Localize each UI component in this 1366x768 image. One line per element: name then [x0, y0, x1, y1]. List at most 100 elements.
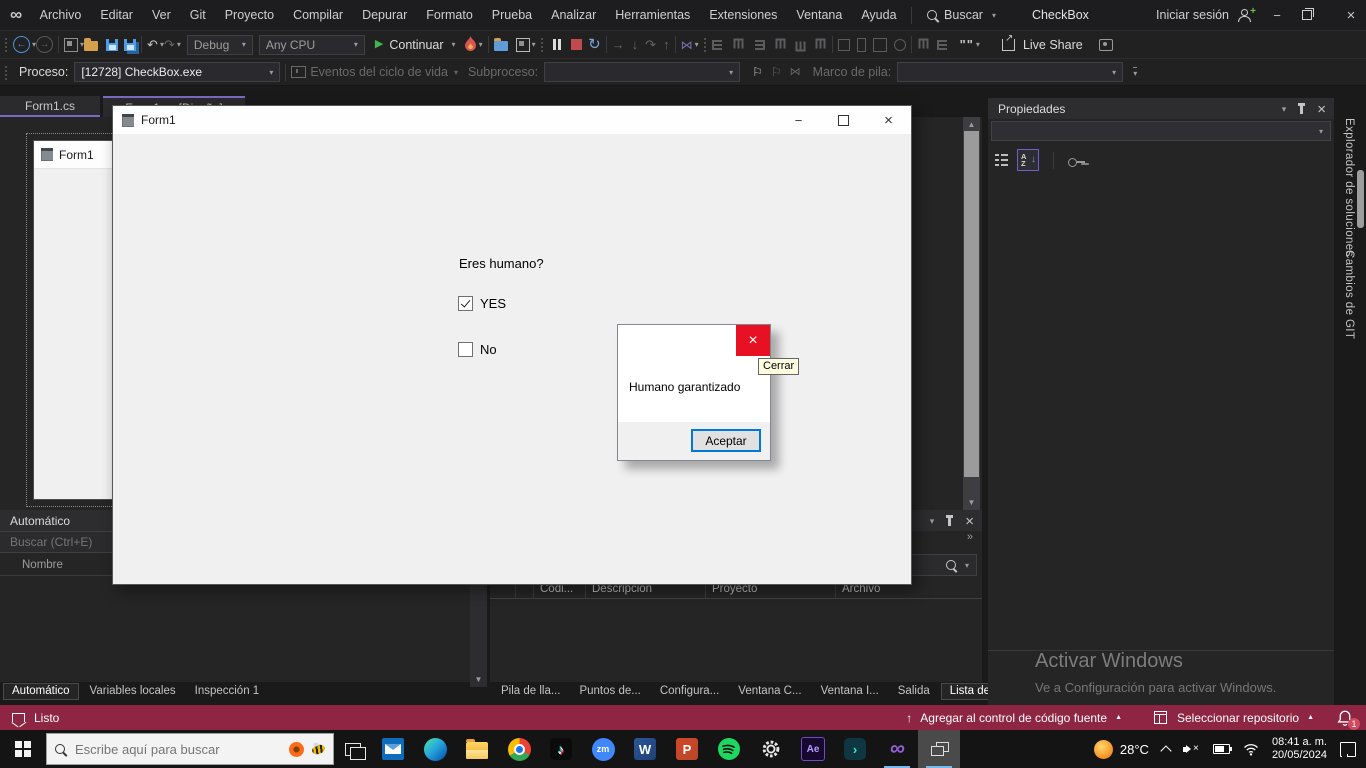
- pause-button[interactable]: [553, 39, 562, 50]
- checkbox-yes-row[interactable]: YES: [458, 296, 506, 311]
- lifecycle-events-icon[interactable]: [291, 66, 306, 78]
- tab-automatico[interactable]: Automático: [3, 683, 79, 700]
- suggestions-button[interactable]: [960, 38, 974, 51]
- menu-extensiones[interactable]: Extensiones: [700, 0, 787, 30]
- vertical-spacing-button[interactable]: [937, 40, 950, 50]
- action-center-button[interactable]: [1340, 742, 1356, 757]
- subprocess-dropdown[interactable]: ▾: [544, 62, 740, 82]
- taskbar-search-box[interactable]: [46, 733, 334, 765]
- save-all-button[interactable]: [124, 39, 136, 51]
- flag-custom-icon[interactable]: [771, 66, 782, 78]
- undo-button[interactable]: [147, 38, 158, 51]
- align-lefts-button[interactable]: [712, 40, 725, 50]
- taskbar-search-input[interactable]: [73, 741, 281, 758]
- redo-button[interactable]: [164, 38, 175, 51]
- tab-form1-cs[interactable]: Form1.cs: [0, 96, 100, 117]
- horizontal-spacing-button[interactable]: [918, 38, 928, 51]
- new-project-button[interactable]: [64, 38, 78, 52]
- start-button[interactable]: [0, 730, 46, 768]
- background-tasks-icon[interactable]: [12, 713, 25, 722]
- menu-editar[interactable]: Editar: [91, 0, 143, 30]
- dialog-ok-button[interactable]: Aceptar: [691, 429, 761, 452]
- menu-prueba[interactable]: Prueba: [482, 0, 541, 30]
- stop-button[interactable]: [571, 39, 582, 50]
- categorized-view-button[interactable]: [995, 154, 1008, 167]
- save-button[interactable]: [106, 39, 118, 51]
- chevron-down-icon[interactable]: ▾: [479, 40, 483, 49]
- show-hidden-icons-button[interactable]: [1160, 745, 1171, 756]
- scroll-up-icon[interactable]: ▲: [963, 117, 980, 132]
- solution-explorer-sync-button[interactable]: [516, 38, 530, 52]
- parallel-stacks-icon[interactable]: [790, 67, 801, 78]
- make-same-size-button[interactable]: [873, 38, 887, 52]
- close-panel-icon[interactable]: [1317, 102, 1326, 117]
- alphabetical-sort-button[interactable]: ↓: [1017, 149, 1039, 171]
- open-file-button[interactable]: [84, 41, 98, 51]
- toolbar-grip[interactable]: [540, 37, 545, 52]
- window-minimize-button[interactable]: [1262, 0, 1292, 30]
- continue-button[interactable]: Continuar ▾: [375, 38, 456, 52]
- app-title-bar[interactable]: Form1: [113, 106, 911, 134]
- taskbar-app-chrome[interactable]: [498, 730, 540, 768]
- taskbar-app-word[interactable]: W: [624, 730, 666, 768]
- taskbar-app-phone-link[interactable]: ›: [834, 730, 876, 768]
- scrollbar-thumb[interactable]: [1357, 170, 1364, 228]
- tab-puntos-de-interrupcion[interactable]: Puntos de...: [571, 683, 648, 699]
- taskbar-clock[interactable]: 08:41 a. m. 20/05/2024: [1272, 736, 1327, 762]
- taskbar-app-spotify[interactable]: [708, 730, 750, 768]
- menu-git[interactable]: Git: [180, 0, 215, 30]
- toolbar-grip[interactable]: [703, 37, 708, 52]
- checkbox-no[interactable]: [458, 342, 473, 357]
- select-repository-button[interactable]: Seleccionar repositorio: [1177, 711, 1299, 725]
- taskbar-app-file-explorer[interactable]: [456, 730, 498, 768]
- designer-vertical-scrollbar[interactable]: ▲ ▼: [963, 117, 980, 510]
- window-position-icon[interactable]: ▾: [1282, 104, 1287, 115]
- tab-ventana-inmediata[interactable]: Ventana I...: [813, 683, 887, 699]
- align-bottoms-button[interactable]: [815, 38, 825, 51]
- taskbar-app-tiktok[interactable]: ♪: [540, 730, 582, 768]
- menu-depurar[interactable]: Depurar: [353, 0, 417, 30]
- align-rights-button[interactable]: [752, 40, 765, 50]
- taskbar-app-settings[interactable]: [750, 730, 792, 768]
- volume-muted-icon[interactable]: ×: [1183, 743, 1200, 755]
- object-selector-dropdown[interactable]: ▾: [991, 121, 1331, 141]
- name-column-header[interactable]: Nombre: [0, 559, 63, 571]
- tab-salida[interactable]: Salida: [890, 683, 938, 699]
- align-middles-button[interactable]: [795, 38, 805, 51]
- step-over-button[interactable]: [645, 38, 656, 51]
- lifecycle-events-label[interactable]: Eventos del ciclo de vida: [310, 65, 448, 79]
- window-restore-button[interactable]: [1292, 0, 1322, 30]
- tab-git-changes[interactable]: Cambios de GIT: [1343, 250, 1355, 339]
- tab-pila-de-llamadas[interactable]: Pila de lla...: [493, 683, 568, 699]
- taskbar-app-after-effects[interactable]: Ae: [792, 730, 834, 768]
- app-minimize-button[interactable]: [776, 106, 821, 134]
- make-same-width-button[interactable]: [838, 39, 850, 51]
- menu-compilar[interactable]: Compilar: [284, 0, 353, 30]
- stack-frame-dropdown[interactable]: ▾: [897, 62, 1123, 82]
- diagnostics-button[interactable]: ⋈: [681, 39, 693, 51]
- wifi-icon[interactable]: [1243, 743, 1259, 756]
- menu-ventana[interactable]: Ventana: [787, 0, 852, 30]
- menu-archivo[interactable]: Archivo: [30, 0, 91, 30]
- solution-configuration-dropdown[interactable]: Debug▾: [187, 35, 253, 55]
- tab-ventana-comandos[interactable]: Ventana C...: [730, 683, 809, 699]
- title-search-box[interactable]: Buscar ▾: [917, 8, 1006, 22]
- sign-in-button[interactable]: Iniciar sesión +: [1156, 8, 1262, 22]
- taskbar-app-zoom[interactable]: zm: [582, 730, 624, 768]
- taskbar-app-edge[interactable]: [414, 730, 456, 768]
- checkbox-no-row[interactable]: No: [458, 342, 497, 357]
- taskbar-app-powerpoint[interactable]: P: [666, 730, 708, 768]
- pin-icon[interactable]: [1300, 106, 1303, 114]
- toolbar-grip[interactable]: [4, 37, 9, 52]
- chevron-down-icon[interactable]: ▾: [695, 40, 699, 49]
- flag-threads-icon[interactable]: [752, 66, 763, 78]
- window-close-button[interactable]: [1336, 0, 1366, 30]
- checkbox-yes[interactable]: [458, 296, 473, 311]
- tab-variables-locales[interactable]: Variables locales: [82, 683, 184, 699]
- menu-herramientas[interactable]: Herramientas: [606, 0, 700, 30]
- toolbar-grip[interactable]: [4, 65, 9, 80]
- align-centers-button[interactable]: [733, 38, 743, 51]
- size-to-grid-button[interactable]: [894, 39, 906, 51]
- scroll-down-icon[interactable]: ▼: [470, 672, 487, 687]
- weather-widget[interactable]: 28°C: [1094, 740, 1149, 759]
